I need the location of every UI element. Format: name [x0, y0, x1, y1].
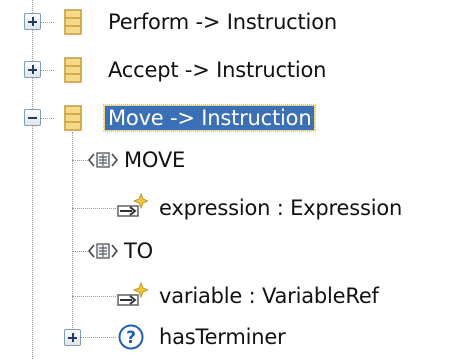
- tree-node-expression-label[interactable]: expression : Expression: [159, 195, 402, 221]
- tree-node-to-keyword-label[interactable]: TO: [124, 238, 153, 264]
- class-icon: [64, 57, 82, 83]
- tree-connector: [72, 160, 88, 161]
- class-icon: [64, 9, 82, 35]
- tree-connector: [80, 337, 116, 338]
- tree-node-perform-label[interactable]: Perform -> Instruction: [108, 9, 337, 35]
- tree-node-accept-label[interactable]: Accept -> Instruction: [108, 57, 326, 83]
- class-icon: [64, 105, 82, 131]
- tree-connector: [40, 22, 54, 23]
- tree-connector: [72, 251, 88, 252]
- expand-toggle-perform[interactable]: [24, 13, 41, 30]
- tree-connector: [72, 208, 116, 209]
- tree-connector: [32, 0, 33, 359]
- keyword-icon: [88, 152, 118, 168]
- tree-node-move-keyword-label[interactable]: MOVE: [124, 147, 185, 173]
- tree-connector: [40, 70, 54, 71]
- tree-connector: [72, 296, 116, 297]
- tree-node-hasterminer-label[interactable]: hasTerminer: [159, 324, 286, 350]
- tree-node-move-label[interactable]: Move -> Instruction: [102, 104, 317, 132]
- expand-toggle-hasterminer[interactable]: [64, 329, 81, 346]
- tree-connector: [40, 118, 54, 119]
- tree-node-variable-label[interactable]: variable : VariableRef: [159, 283, 379, 309]
- reference-icon: [117, 282, 148, 306]
- expand-toggle-accept[interactable]: [24, 61, 41, 78]
- keyword-icon: [88, 243, 118, 259]
- collapse-toggle-move[interactable]: [24, 109, 41, 126]
- reference-icon: [117, 193, 148, 217]
- tree-connector: [72, 132, 73, 328]
- question-icon: ?: [118, 324, 144, 350]
- svg-text:?: ?: [126, 328, 136, 348]
- outline-tree: Perform -> Instruction Accept -> Instruc…: [0, 0, 465, 359]
